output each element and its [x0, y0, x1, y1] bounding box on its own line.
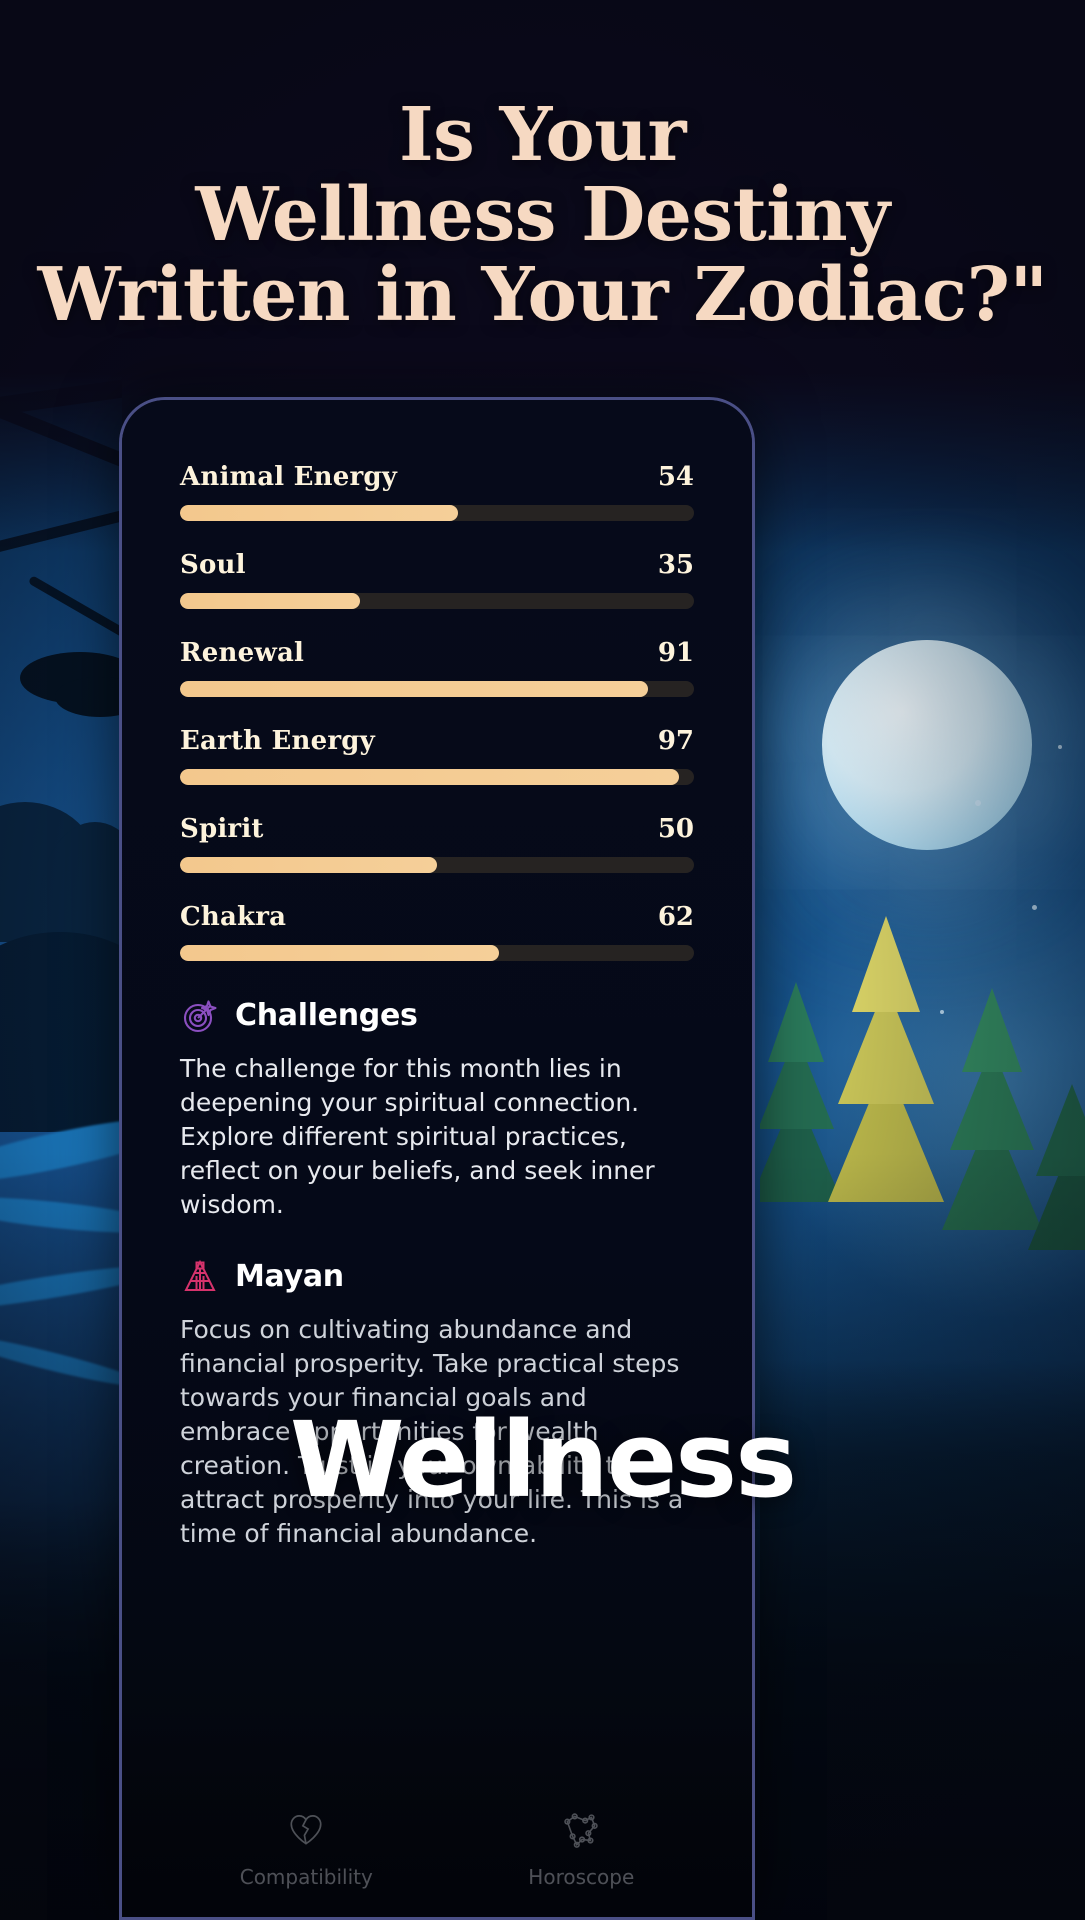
stat-value: 97: [657, 726, 694, 756]
pyramid-icon: [180, 1256, 220, 1296]
stat-value: 62: [657, 902, 694, 932]
progress-fill: [180, 945, 499, 961]
progress-fill: [180, 593, 360, 609]
progress-fill: [180, 681, 648, 697]
phone-mockup: Animal Energy 54 Soul 35 Renewal 91 Earth Ener…: [119, 397, 755, 1920]
page-title: Is Your Wellness Destiny Written in Your…: [0, 95, 1085, 335]
nav-item-compatibility[interactable]: Compatibility: [240, 1808, 373, 1889]
stat-header: Earth Energy 97: [180, 726, 694, 756]
stat-label: Animal Energy: [180, 462, 398, 492]
heart-broken-icon: [285, 1808, 327, 1855]
headline-line-3: Written in Your Zodiac?": [37, 252, 1048, 338]
progress-track: [180, 681, 694, 697]
stat-row: Renewal 91: [180, 638, 694, 697]
challenges-section: Challenges The challenge for this month …: [180, 995, 694, 1222]
stat-label: Earth Energy: [180, 726, 375, 756]
stat-row: Earth Energy 97: [180, 726, 694, 785]
challenges-title: Challenges: [235, 997, 418, 1033]
stats-list: Animal Energy 54 Soul 35 Renewal 91 Earth Ener…: [180, 462, 694, 961]
stat-header: Spirit 50: [180, 814, 694, 844]
stat-label: Spirit: [180, 814, 264, 844]
left-forest-art: [0, 372, 122, 1920]
nav-label-horoscope: Horoscope: [528, 1864, 635, 1889]
progress-track: [180, 505, 694, 521]
stat-label: Renewal: [180, 638, 305, 668]
stat-value: 50: [657, 814, 694, 844]
overlay-wellness-word: Wellness: [289, 1399, 797, 1521]
progress-track: [180, 857, 694, 873]
challenges-header: Challenges: [180, 995, 694, 1035]
stat-row: Soul 35: [180, 550, 694, 609]
phone-screen: Animal Energy 54 Soul 35 Renewal 91 Earth Ener…: [122, 400, 752, 1917]
nav-item-horoscope[interactable]: Horoscope: [528, 1808, 634, 1889]
right-forest-art: [760, 372, 1085, 1920]
stat-row: Chakra 62: [180, 902, 694, 961]
stat-value: 35: [657, 550, 694, 580]
target-dart-icon: [180, 995, 220, 1035]
progress-track: [180, 593, 694, 609]
stat-row: Animal Energy 54: [180, 462, 694, 521]
mayan-title: Mayan: [235, 1258, 344, 1294]
stat-value: 91: [657, 638, 694, 668]
progress-track: [180, 769, 694, 785]
progress-fill: [180, 769, 679, 785]
constellation-icon: [560, 1808, 602, 1855]
stat-header: Renewal 91: [180, 638, 694, 668]
stat-row: Spirit 50: [180, 814, 694, 873]
stat-label: Chakra: [180, 902, 287, 932]
headline-line-1: Is Your: [398, 92, 687, 178]
stat-header: Chakra 62: [180, 902, 694, 932]
nav-label-compatibility: Compatibility: [239, 1864, 373, 1889]
progress-fill: [180, 505, 458, 521]
challenges-body: The challenge for this month lies in dee…: [180, 1054, 655, 1219]
stat-header: Soul 35: [180, 550, 694, 580]
mayan-header: Mayan: [180, 1256, 694, 1296]
stat-header: Animal Energy 54: [180, 462, 694, 492]
stat-label: Soul: [180, 550, 246, 580]
progress-fill: [180, 857, 437, 873]
bottom-navigation: Compatibility Horoscope: [122, 1789, 752, 1917]
stat-value: 54: [657, 462, 694, 492]
progress-track: [180, 945, 694, 961]
headline-line-2: Wellness Destiny: [195, 172, 890, 258]
